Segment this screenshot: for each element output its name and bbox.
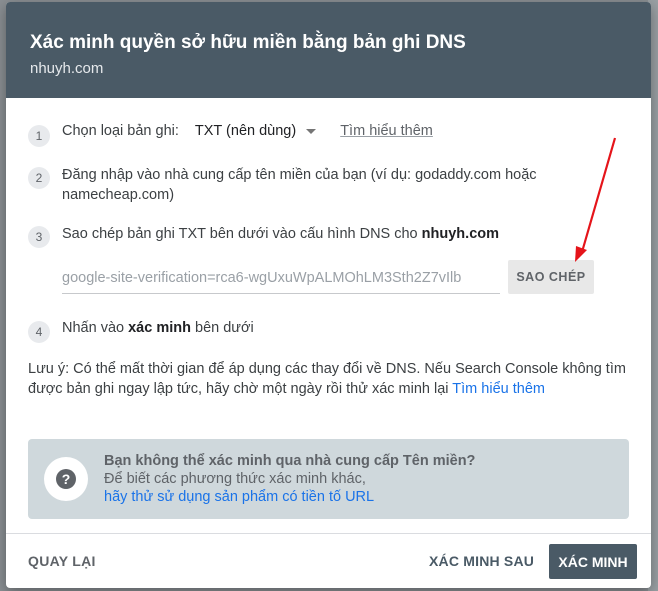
step-2-text: Đăng nhập vào nhà cung cấp tên miền của …	[62, 167, 537, 203]
token-row: google-site-verification=rca6-wgUxuWpALM…	[62, 260, 629, 294]
verify-later-button[interactable]: XÁC MINH SAU	[429, 553, 534, 569]
step-4-text: Nhấn vào xác minh bên dưới	[62, 318, 254, 338]
help-panel: ? Bạn không thể xác minh qua nhà cung cấ…	[28, 439, 629, 519]
help-line: Để biết các phương thức xác minh khác,	[104, 471, 366, 487]
step-3-domain: nhuyh.com	[421, 226, 500, 242]
help-text: Bạn không thể xác minh qua nhà cung cấp …	[104, 452, 475, 506]
copy-button[interactable]: SAO CHÉP	[508, 260, 594, 294]
step-1-label: Chọn loại bản ghi:	[62, 123, 179, 139]
chevron-down-icon	[306, 128, 317, 134]
help-title: Bạn không thể xác minh qua nhà cung cấp …	[104, 453, 476, 469]
txt-record-field[interactable]: google-site-verification=rca6-wgUxuWpALM…	[62, 260, 500, 294]
learn-more-link[interactable]: Tìm hiểu thêm	[340, 123, 433, 139]
step-1: 1 Chọn loại bản ghi: TXT (nên dùng) Tìm …	[28, 120, 629, 147]
dialog-footer: QUAY LẠI XÁC MINH SAU XÁC MINH	[6, 533, 651, 588]
url-prefix-link[interactable]: hãy thử sử dụng sản phẩm có tiền tố URL	[104, 489, 374, 505]
record-type-value: TXT (nên dùng)	[194, 123, 297, 139]
question-icon: ?	[56, 469, 76, 489]
step-4-suffix: bên dưới	[195, 320, 254, 336]
verify-dns-dialog: Xác minh quyền sở hữu miền bằng bản ghi …	[6, 2, 651, 588]
dialog-body: 1 Chọn loại bản ghi: TXT (nên dùng) Tìm …	[6, 98, 651, 519]
step-number: 1	[28, 125, 50, 147]
dialog-subtitle: nhuyh.com	[30, 60, 104, 77]
record-type-select[interactable]: TXT (nên dùng)	[194, 123, 317, 139]
step-4: 4 Nhấn vào xác minh bên dưới	[28, 316, 629, 343]
step-4-bold: xác minh	[128, 320, 191, 336]
dialog-title: Xác minh quyền sở hữu miền bằng bản ghi …	[30, 32, 466, 53]
dialog-header: Xác minh quyền sở hữu miền bằng bản ghi …	[6, 2, 651, 98]
step-3-text: Sao chép bản ghi TXT bên dưới vào cấu hì…	[62, 224, 499, 244]
step-1-row: Chọn loại bản ghi: TXT (nên dùng) Tìm hi…	[62, 123, 433, 139]
help-icon: ?	[44, 457, 88, 501]
note-learn-more-link[interactable]: Tìm hiểu thêm	[452, 381, 545, 397]
step-number: 2	[28, 167, 50, 189]
step-3: 3 Sao chép bản ghi TXT bên dưới vào cấu …	[28, 221, 629, 248]
step-2: 2 Đăng nhập vào nhà cung cấp tên miền củ…	[28, 162, 629, 205]
step-number: 3	[28, 226, 50, 248]
step-3-prefix: Sao chép bản ghi TXT bên dưới vào cấu hì…	[62, 226, 418, 242]
step-4-prefix: Nhấn vào	[62, 320, 125, 336]
back-button[interactable]: QUAY LẠI	[28, 553, 96, 569]
dns-note: Lưu ý: Có thể mất thời gian để áp dụng c…	[28, 359, 629, 399]
verify-button[interactable]: XÁC MINH	[549, 544, 637, 579]
step-number: 4	[28, 321, 50, 343]
